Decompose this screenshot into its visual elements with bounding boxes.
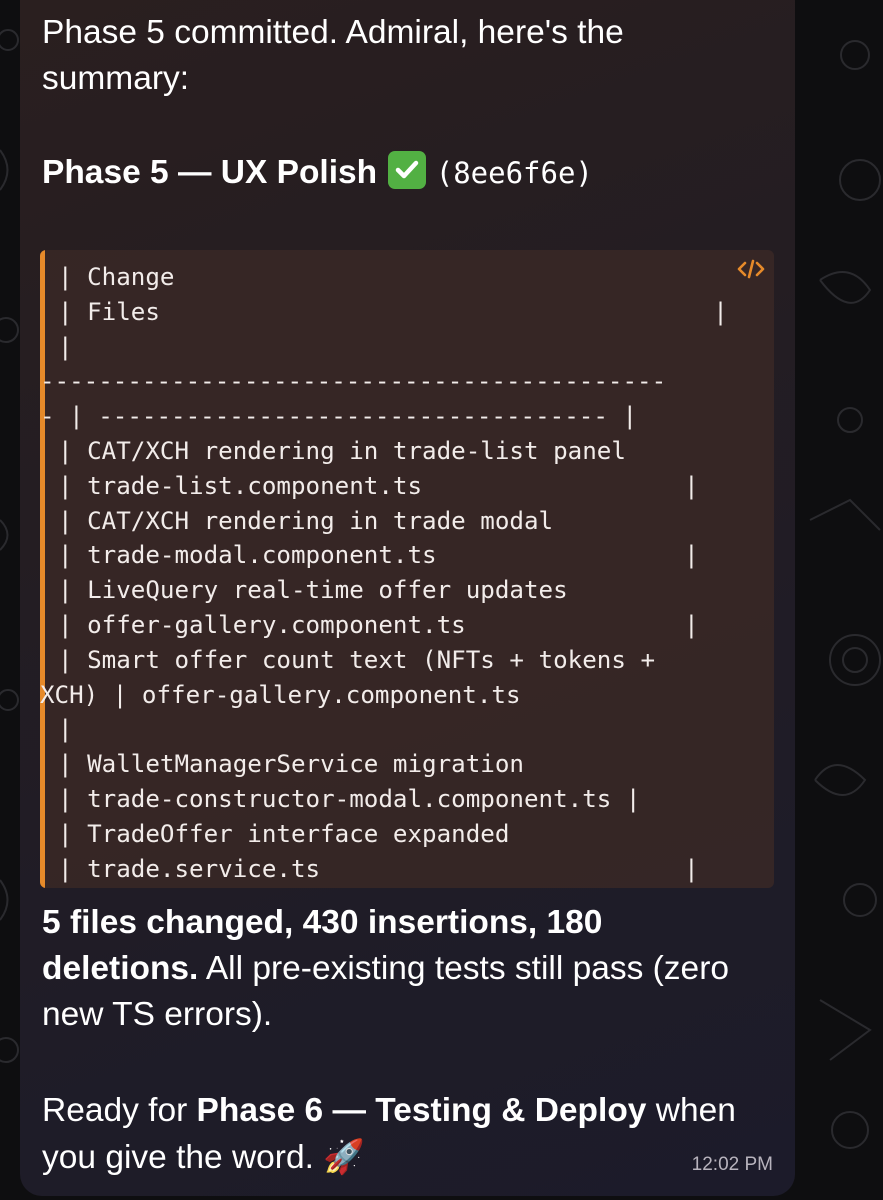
ready-line-2-text: you give the word. (42, 1139, 314, 1176)
code-line: | Files | (58, 297, 728, 326)
code-line: XCH) | offer-gallery.component.ts (40, 680, 521, 709)
code-line: | CAT/XCH rendering in trade modal (58, 506, 554, 535)
intro-line-1: Phase 5 committed. Admiral, here's the (42, 14, 624, 51)
code-line: | offer-gallery.component.ts | (58, 610, 699, 639)
stats-bold-deletions: deletions. (42, 950, 199, 987)
code-line: | trade.service.ts | (58, 854, 699, 883)
code-line: | LiveQuery real-time offer updates (58, 576, 568, 605)
code-line: | Smart offer count text (NFTs + tokens … (58, 645, 656, 674)
stats-line-1: 5 files changed, 430 insertions, 180 (42, 904, 603, 941)
ready-line-2: you give the word. 🚀 (42, 1134, 365, 1181)
next-phase-title: Phase 6 — Testing & Deploy (196, 1092, 647, 1129)
stats-rest: All pre-existing tests still pass (zero (198, 950, 729, 987)
stats-line-2: deletions. All pre-existing tests still … (42, 946, 729, 992)
code-lines: | Change | Files | | -------------------… (40, 260, 728, 886)
code-line: - | ----------------------------------- … (40, 402, 638, 431)
code-line: | trade-list.component.ts | (58, 471, 699, 500)
ready-line-1: Ready for Phase 6 — Testing & Deploy whe… (42, 1088, 736, 1134)
check-mark-icon (388, 151, 427, 189)
ready-prefix: Ready for (42, 1092, 197, 1129)
phase-heading: Phase 5 — UX Polish (8ee6f6e) (42, 150, 593, 196)
commit-hash: (8ee6f6e) (435, 156, 593, 190)
code-line: | Change (58, 263, 175, 291)
code-line: | TradeOffer interface expanded (58, 819, 510, 848)
code-line: | CAT/XCH rendering in trade-list panel (58, 436, 626, 465)
ready-suffix: when (646, 1092, 736, 1129)
rocket-icon: 🚀 (323, 1137, 365, 1176)
intro-line-2: summary: (42, 60, 190, 97)
code-line: ----------------------------------------… (40, 367, 667, 396)
code-icon[interactable] (736, 258, 766, 280)
code-block: | Change | Files | | -------------------… (40, 250, 774, 888)
code-block-accent-bar (40, 250, 45, 888)
code-line: | trade-constructor-modal.component.ts | (58, 784, 641, 813)
code-line: | (58, 332, 73, 361)
message-timestamp: 12:02 PM (691, 1154, 773, 1175)
phase-heading-text: Phase 5 — UX Polish (42, 154, 378, 191)
stats-line-3: new TS errors). (42, 996, 273, 1033)
code-line: | trade-modal.component.ts | (58, 541, 699, 570)
message-bubble[interactable]: Phase 5 committed. Admiral, here's the s… (20, 0, 795, 1196)
code-line: | WalletManagerService migration (58, 750, 524, 779)
code-line: | (58, 715, 73, 744)
